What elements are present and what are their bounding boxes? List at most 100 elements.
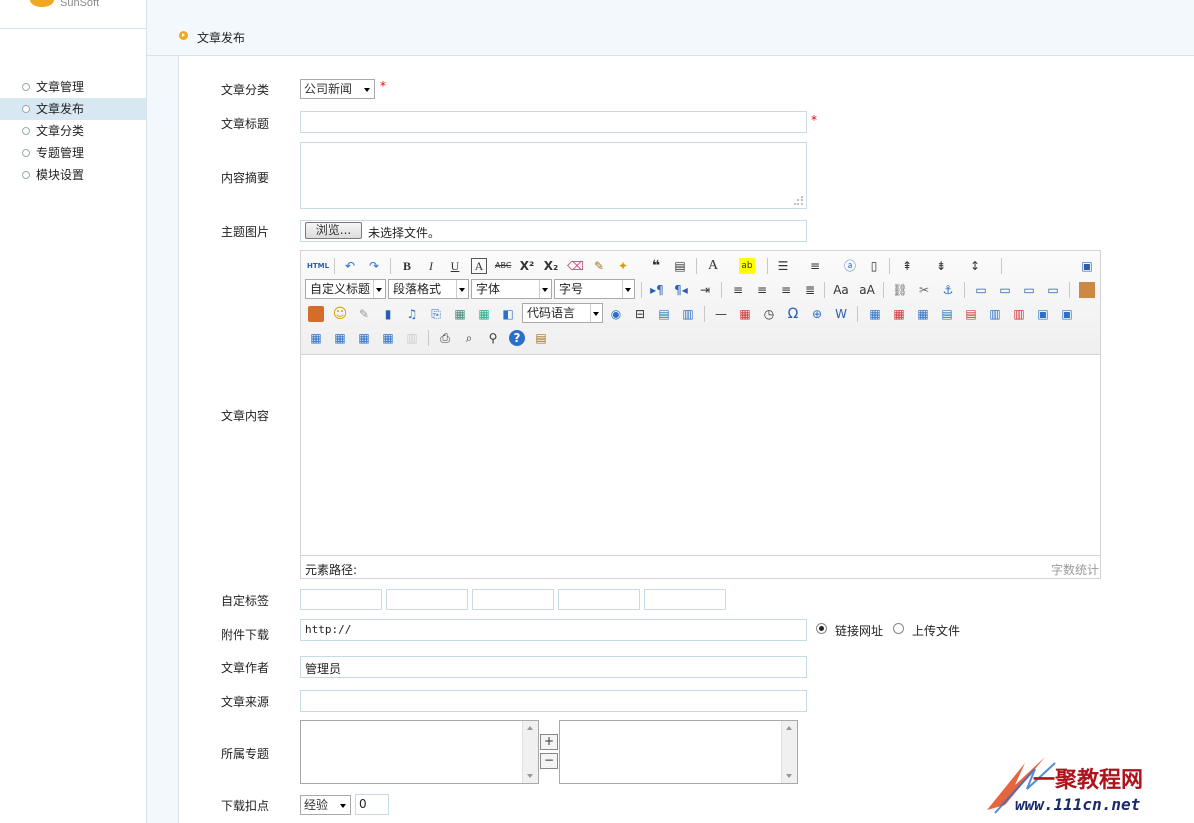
merge-right-icon[interactable]: ▣ — [1059, 306, 1075, 322]
align-justify-icon[interactable]: ≣ — [802, 282, 818, 298]
bold-icon[interactable]: B — [399, 258, 415, 274]
font-size-select[interactable]: 字号 — [554, 279, 635, 299]
resize-grip-icon[interactable] — [794, 196, 804, 206]
indent-icon[interactable]: ⇥ — [697, 282, 713, 298]
browse-button[interactable]: 浏览... — [305, 222, 362, 239]
sidebar-item-article-manage[interactable]: 文章管理 — [0, 76, 146, 98]
search-replace-icon[interactable]: ⊕ — [809, 306, 825, 322]
help-icon[interactable]: ? — [509, 330, 525, 346]
tag-input-3[interactable] — [472, 589, 554, 610]
eraser-icon[interactable]: ⌫ — [567, 258, 584, 274]
insert-row-icon[interactable]: ▤ — [939, 306, 955, 322]
category-select[interactable]: 公司新闻 — [300, 79, 375, 99]
redo-icon[interactable]: ↷ — [366, 258, 382, 274]
delete-col-icon[interactable]: ▥ — [1011, 306, 1027, 322]
author-input[interactable]: 管理员 — [300, 656, 807, 678]
row-spacing-top-icon[interactable]: ⇞ — [899, 258, 915, 274]
music-icon[interactable]: ♫ — [404, 306, 420, 322]
charts-icon[interactable]: ▥ — [404, 330, 420, 346]
download-type-select[interactable]: 经验 — [300, 795, 351, 815]
select-all-icon[interactable]: ⓐ — [842, 258, 858, 274]
split-to-cols-icon[interactable]: ▦ — [380, 330, 396, 346]
map-icon[interactable]: ▦ — [452, 306, 468, 322]
webapp-icon[interactable]: ◉ — [608, 306, 624, 322]
tag-input-5[interactable] — [644, 589, 726, 610]
row-spacing-bottom-icon[interactable]: ⇟ — [933, 258, 949, 274]
date-icon[interactable]: ▦ — [737, 306, 753, 322]
paragraph-format-select[interactable]: 段落格式 — [388, 279, 469, 299]
fullscreen-icon[interactable]: ▣ — [1079, 258, 1095, 274]
insert-frame-icon[interactable]: ◧ — [500, 306, 516, 322]
sidebar-item-module-settings[interactable]: 模块设置 — [0, 164, 146, 186]
attachment-icon[interactable]: ⎘ — [428, 306, 444, 322]
title-input[interactable] — [300, 111, 807, 133]
pagebreak-icon[interactable]: ⊟ — [632, 306, 648, 322]
insert-picture-icon[interactable] — [308, 306, 324, 322]
template-icon[interactable]: ▤ — [656, 306, 672, 322]
undo-icon[interactable]: ↶ — [342, 258, 358, 274]
image-none-icon[interactable]: ▭ — [973, 282, 989, 298]
summary-textarea[interactable] — [300, 142, 807, 209]
merge-cells-icon[interactable]: ▣ — [1035, 306, 1051, 322]
ordered-list-icon[interactable]: ☰ — [775, 258, 791, 274]
to-uppercase-icon[interactable]: Aa — [833, 282, 849, 298]
find-icon[interactable]: ⚲ — [485, 330, 501, 346]
italic-icon[interactable]: I — [423, 258, 439, 274]
align-right-icon[interactable]: ≡ — [778, 282, 794, 298]
merge-down-icon[interactable]: ▦ — [308, 330, 324, 346]
sidebar-item-topic-manage[interactable]: 专题管理 — [0, 142, 146, 164]
sidebar-item-article-category[interactable]: 文章分类 — [0, 120, 146, 142]
unordered-list-icon[interactable]: ≡ — [807, 258, 823, 274]
source-input[interactable] — [300, 690, 807, 712]
drafts-icon[interactable]: ▤ — [533, 330, 549, 346]
ltr-icon[interactable]: ▸¶ — [649, 282, 665, 298]
align-left-icon[interactable]: ≡ — [730, 282, 746, 298]
unlink-icon[interactable]: ✂ — [916, 282, 932, 298]
insert-paragraph-before-table-icon[interactable]: ▦ — [915, 306, 931, 322]
link-url-radio[interactable] — [816, 623, 827, 634]
rtl-icon[interactable]: ¶◂ — [673, 282, 689, 298]
clear-document-icon[interactable]: ▯ — [866, 258, 882, 274]
format-painter-icon[interactable]: ✎ — [591, 258, 607, 274]
tag-input-4[interactable] — [558, 589, 640, 610]
google-map-icon[interactable]: ▦ — [476, 306, 492, 322]
scrollbar[interactable] — [522, 721, 538, 783]
topic-available-list[interactable] — [300, 720, 539, 784]
preview-icon[interactable]: ⌕ — [461, 330, 477, 346]
align-center-icon[interactable]: ≡ — [754, 282, 770, 298]
time-icon[interactable]: ◷ — [761, 306, 777, 322]
link-icon[interactable]: ⛓ — [892, 282, 908, 298]
line-height-icon[interactable]: ↕ — [967, 258, 983, 274]
tag-input-2[interactable] — [386, 589, 468, 610]
superscript-icon[interactable]: X² — [519, 258, 535, 274]
sidebar-item-article-publish[interactable]: 文章发布 — [0, 98, 146, 120]
anchor-icon[interactable]: ⚓ — [940, 282, 956, 298]
code-language-select[interactable]: 代码语言 — [522, 303, 603, 323]
image-left-icon[interactable]: ▭ — [997, 282, 1013, 298]
scrawl-icon[interactable]: ✎ — [356, 306, 372, 322]
print-icon[interactable]: ⎙ — [437, 330, 453, 346]
background-icon[interactable]: ▥ — [680, 306, 696, 322]
image-right-icon[interactable]: ▭ — [1021, 282, 1037, 298]
remove-topic-button[interactable]: − — [540, 753, 558, 769]
upload-file-radio[interactable] — [893, 623, 904, 634]
insert-col-icon[interactable]: ▥ — [987, 306, 1003, 322]
emotion-icon[interactable]: ☺ — [332, 306, 348, 322]
attachment-url-input[interactable]: http:// — [300, 619, 807, 641]
underline-icon[interactable]: U — [447, 258, 463, 274]
delete-row-icon[interactable]: ▤ — [963, 306, 979, 322]
blockquote-icon[interactable]: ❝ — [648, 258, 664, 274]
split-to-rows-icon[interactable]: ▦ — [356, 330, 372, 346]
insert-table-icon[interactable]: ▦ — [867, 306, 883, 322]
insert-image-icon[interactable] — [1079, 282, 1095, 298]
add-topic-button[interactable]: + — [540, 734, 558, 750]
strikethrough-icon[interactable]: ABC — [495, 258, 511, 274]
font-family-select[interactable]: 字体 — [471, 279, 552, 299]
delete-table-icon[interactable]: ▦ — [891, 306, 907, 322]
image-center-icon[interactable]: ▭ — [1045, 282, 1061, 298]
font-border-icon[interactable]: A — [471, 258, 487, 274]
download-points-input[interactable]: 0 — [355, 794, 389, 815]
to-lowercase-icon[interactable]: aA — [859, 282, 875, 298]
paste-text-icon[interactable]: ▤ — [672, 258, 688, 274]
word-image-icon[interactable]: W — [833, 306, 849, 322]
